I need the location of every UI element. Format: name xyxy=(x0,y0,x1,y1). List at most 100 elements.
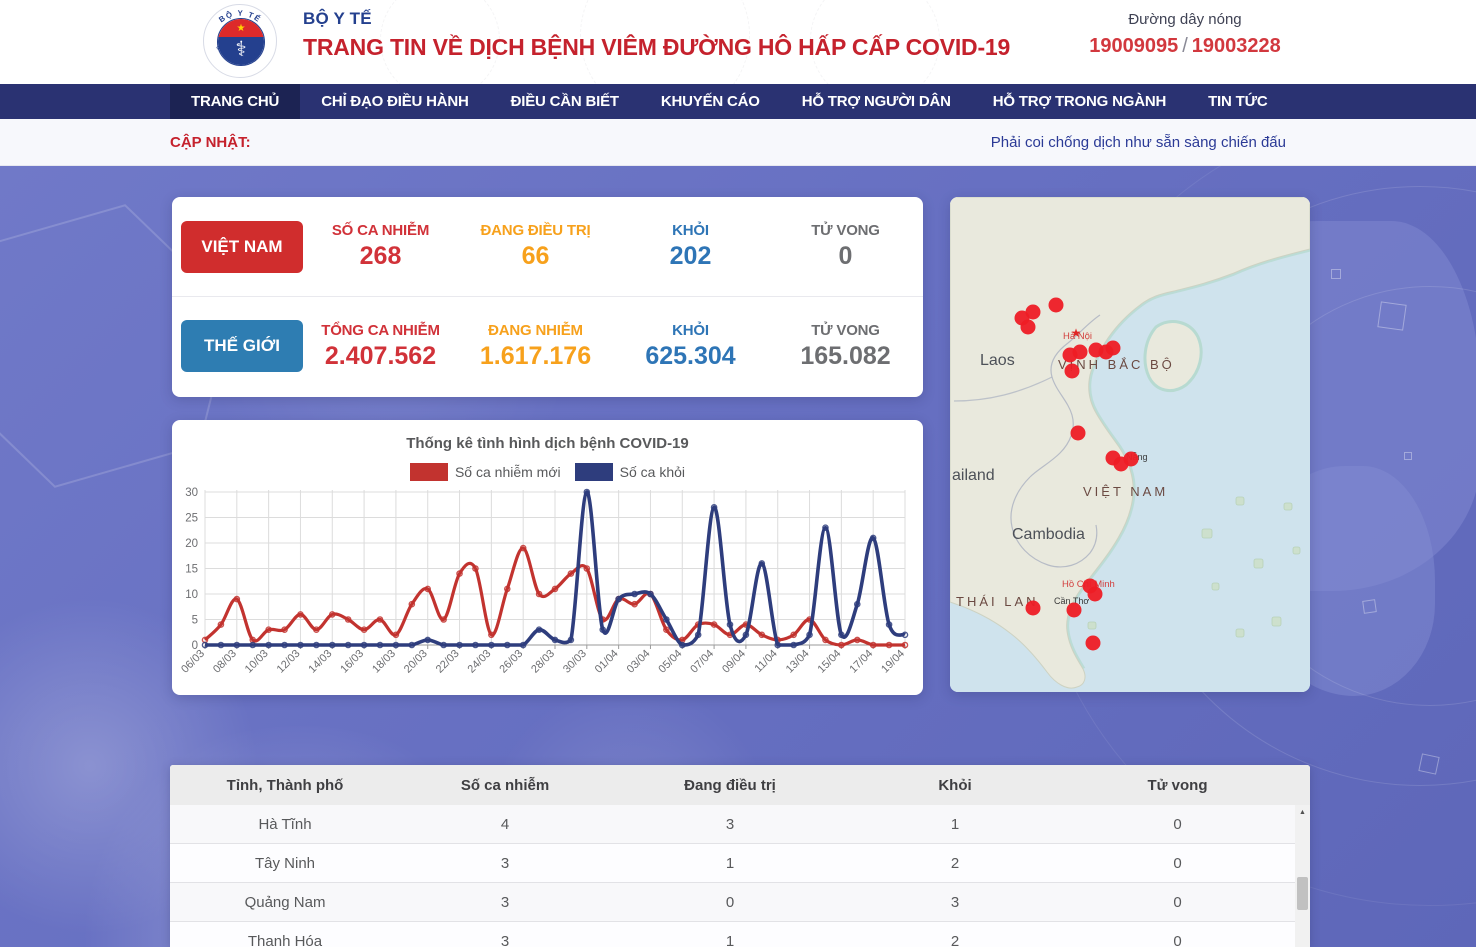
outbreak-dot-18[interactable] xyxy=(1086,636,1101,651)
svg-text:20/03: 20/03 xyxy=(402,648,430,676)
page-title: TRANG TIN VỀ DỊCH BỆNH VIÊM ĐƯỜNG HÔ HẤP… xyxy=(303,34,1010,61)
table-cell: 1 xyxy=(850,816,1060,833)
vietnam-outbreak-map[interactable]: LaosVỊNH BẮC BỘHà NộiailandCambodiaVIỆT … xyxy=(950,197,1310,692)
hotline-number-1[interactable]: 19009095 xyxy=(1089,35,1178,57)
svg-text:03/04: 03/04 xyxy=(625,648,653,676)
hotline-number-2[interactable]: 19003228 xyxy=(1192,35,1281,57)
nav-item-4[interactable]: HỖ TRỢ NGƯỜI DÂN xyxy=(781,84,972,119)
table-cell: Quảng Nam xyxy=(170,894,400,911)
map-label-4: Cambodia xyxy=(1012,526,1085,543)
hotline-numbers: 19009095/19003228 xyxy=(1060,35,1310,58)
nav-item-6[interactable]: TIN TỨC xyxy=(1187,84,1288,119)
table-row[interactable]: Thanh Hóa3120 xyxy=(170,922,1295,947)
outbreak-dot-5[interactable] xyxy=(1073,345,1088,360)
news-ticker[interactable]: Phải coi chống dịch như sẵn sàng chiến đ… xyxy=(991,134,1286,151)
metric-label: KHỎI xyxy=(613,222,768,239)
metric-label: KHỎI xyxy=(613,322,768,339)
svg-text:05/04: 05/04 xyxy=(656,648,684,676)
outbreak-dot-13[interactable] xyxy=(1124,452,1139,467)
outbreak-dot-6[interactable] xyxy=(1065,364,1080,379)
table-header-0[interactable]: Tỉnh, Thành phố xyxy=(170,777,400,794)
background-square xyxy=(1362,599,1377,614)
province-table: Tỉnh, Thành phốSố ca nhiễmĐang điều trịK… xyxy=(170,765,1310,947)
outbreak-dot-3[interactable] xyxy=(1049,298,1064,313)
svg-text:24/03: 24/03 xyxy=(466,648,494,676)
table-scrollbar[interactable]: ▲ xyxy=(1295,805,1310,947)
svg-text:16/03: 16/03 xyxy=(338,648,366,676)
scrollbar-thumb[interactable] xyxy=(1297,877,1308,910)
nav-item-5[interactable]: HỖ TRỢ TRONG NGÀNH xyxy=(972,84,1187,119)
world-metric-3: TỬ VONG165.082 xyxy=(768,322,923,371)
chart-axis-labels: 06/0308/0310/0312/0314/0316/0318/0320/03… xyxy=(179,487,907,676)
table-cell: 3 xyxy=(610,816,850,833)
table-cell: 1 xyxy=(610,933,850,947)
table-cell: 3 xyxy=(400,855,610,872)
table-cell: 3 xyxy=(850,894,1060,911)
legend-item-0[interactable]: Số ca nhiễm mới xyxy=(410,463,561,481)
nav-item-0[interactable]: TRANG CHỦ xyxy=(170,84,300,119)
metric-value: 2.407.562 xyxy=(303,342,458,371)
table-cell: Hà Tĩnh xyxy=(170,816,400,833)
table-cell: 0 xyxy=(1060,933,1295,947)
outbreak-dot-10[interactable] xyxy=(1071,426,1086,441)
table-row[interactable]: Tây Ninh3120 xyxy=(170,844,1295,883)
world-metric-1: ĐANG NHIỄM1.617.176 xyxy=(458,322,613,371)
legend-item-1[interactable]: Số ca khỏi xyxy=(575,463,685,481)
svg-text:26/03: 26/03 xyxy=(497,648,525,676)
table-cell: 0 xyxy=(1060,894,1295,911)
table-cell: 0 xyxy=(1060,816,1295,833)
ministry-name: BỘ Y TẾ xyxy=(303,9,1010,29)
world-metric-2: KHỎI625.304 xyxy=(613,322,768,371)
svg-text:17/04: 17/04 xyxy=(847,648,875,676)
table-row[interactable]: Hà Tĩnh4310 xyxy=(170,805,1295,844)
main-content: VIỆT NAMSỐ CA NHIỄM268ĐANG ĐIỀU TRỊ66KHỎ… xyxy=(0,166,1476,947)
chart-panel: 06/0308/0310/0312/0314/0316/0318/0320/03… xyxy=(172,420,923,695)
nav-item-1[interactable]: CHỈ ĐẠO ĐIỀU HÀNH xyxy=(300,84,489,119)
metric-value: 0 xyxy=(768,242,923,271)
nav-item-3[interactable]: KHUYẾN CÁO xyxy=(640,84,781,119)
capital-star-icon: ★ xyxy=(1071,326,1082,340)
table-row[interactable]: Quảng Nam3030 xyxy=(170,883,1295,922)
table-header-4[interactable]: Tử vong xyxy=(1060,777,1295,794)
svg-text:MINISTRY OF HEALTH: MINISTRY OF HEALTH xyxy=(215,45,265,62)
update-bar: CẬP NHẬT: Phải coi chống dịch như sẵn sà… xyxy=(0,119,1476,166)
background-square xyxy=(1418,753,1439,774)
world-metric-0: TỔNG CA NHIỄM2.407.562 xyxy=(303,322,458,371)
world-button[interactable]: THẾ GIỚI xyxy=(181,320,303,372)
outbreak-dot-1[interactable] xyxy=(1026,305,1041,320)
svg-text:01/04: 01/04 xyxy=(593,648,621,676)
vietnam-button[interactable]: VIỆT NAM xyxy=(181,221,303,273)
ministry-of-health-logo[interactable]: ★ ⚕ BỘ Y TẾ MINISTRY OF HEALTH xyxy=(203,4,277,78)
table-cell: 0 xyxy=(1060,855,1295,872)
outbreak-dot-2[interactable] xyxy=(1021,320,1036,335)
hotline-label: Đường dây nóng xyxy=(1060,11,1310,28)
table-header-1[interactable]: Số ca nhiễm xyxy=(400,777,610,794)
svg-text:18/03: 18/03 xyxy=(370,648,398,676)
metric-value: 268 xyxy=(303,242,458,271)
metric-value: 66 xyxy=(458,242,613,271)
covid-line-chart: 06/0308/0310/0312/0314/0316/0318/0320/03… xyxy=(172,420,923,695)
svg-text:28/03: 28/03 xyxy=(529,648,557,676)
outbreak-dot-9[interactable] xyxy=(1106,341,1121,356)
outbreak-dot-17[interactable] xyxy=(1026,601,1041,616)
table-header-2[interactable]: Đang điều trị xyxy=(610,777,850,794)
svg-text:20: 20 xyxy=(185,538,198,550)
svg-text:07/04: 07/04 xyxy=(688,648,716,676)
scrollbar-up-icon[interactable]: ▲ xyxy=(1295,805,1310,821)
map-label-3: ailand xyxy=(952,467,995,484)
table-cell: 0 xyxy=(610,894,850,911)
map-label-0: Laos xyxy=(980,352,1015,369)
chart-legend: Số ca nhiễm mới Số ca khỏi xyxy=(172,463,923,481)
svg-text:15/04: 15/04 xyxy=(816,648,844,676)
outbreak-dot-15[interactable] xyxy=(1088,587,1103,602)
table-cell: 2 xyxy=(850,933,1060,947)
outbreak-dot-16[interactable] xyxy=(1067,603,1082,618)
metric-value: 1.617.176 xyxy=(458,342,613,371)
background-square xyxy=(1404,452,1412,460)
metric-value: 202 xyxy=(613,242,768,271)
table-header-3[interactable]: Khỏi xyxy=(850,777,1060,794)
metric-label: SỐ CA NHIỄM xyxy=(303,222,458,239)
background-square xyxy=(1331,269,1341,279)
nav-item-2[interactable]: ĐIỀU CẦN BIẾT xyxy=(490,84,640,119)
stats-row-vietnam: VIỆT NAMSỐ CA NHIỄM268ĐANG ĐIỀU TRỊ66KHỎ… xyxy=(172,197,923,296)
